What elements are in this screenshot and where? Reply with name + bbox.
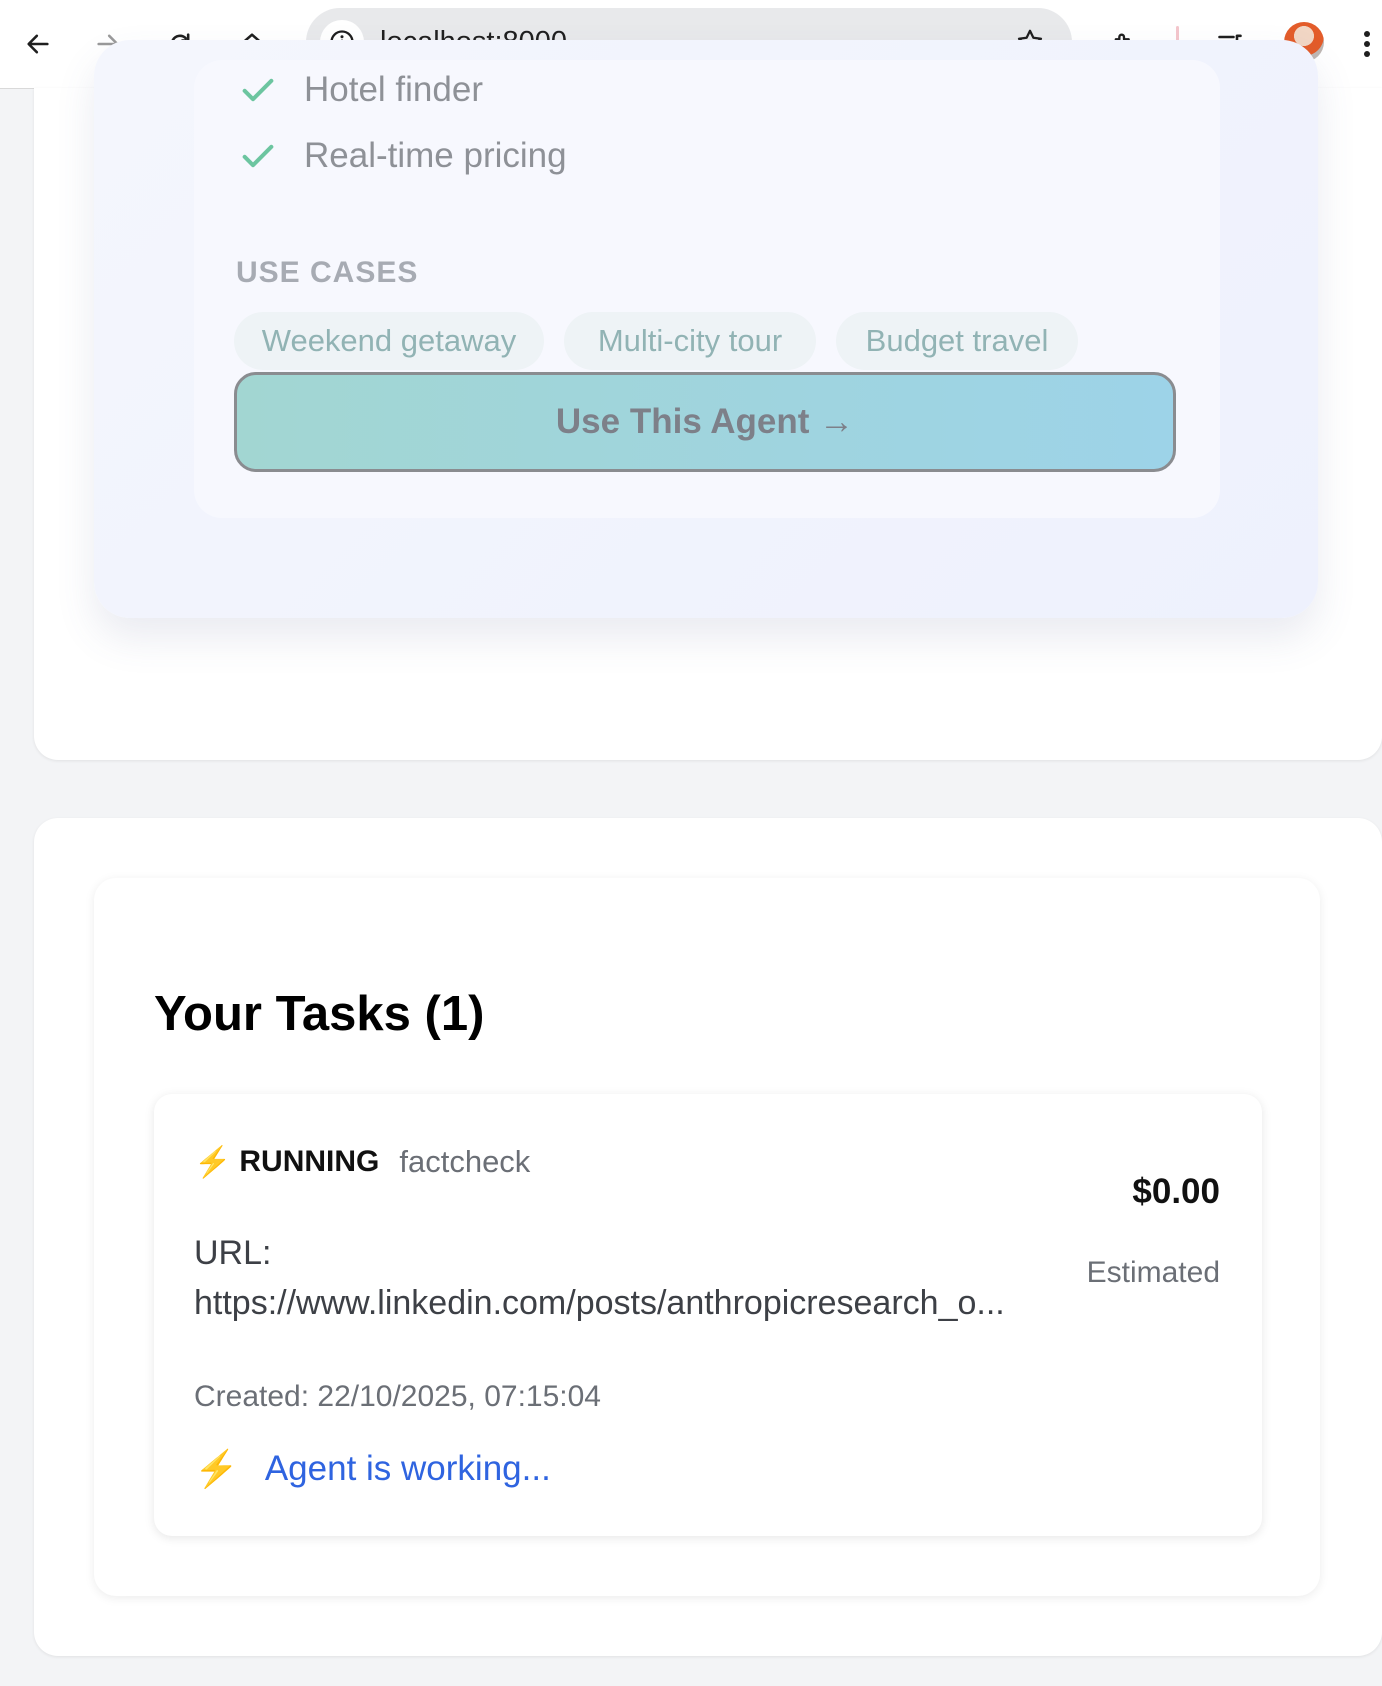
tasks-title: Your Tasks (1)	[154, 987, 485, 1041]
task-progress-text: Agent is working...	[264, 1449, 551, 1488]
use-cases-heading: USE CASES	[236, 256, 419, 289]
task-url-label: URL:	[194, 1234, 272, 1272]
feature-label: Hotel finder	[304, 70, 483, 109]
check-icon	[242, 78, 274, 102]
feature-item: Real-time pricing	[238, 136, 567, 176]
use-this-agent-button[interactable]: Use This Agent →	[234, 372, 1176, 472]
use-case-chip: Weekend getaway	[234, 312, 544, 370]
lightning-icon: ⚡	[194, 1145, 232, 1179]
task-price: $0.00	[1132, 1172, 1220, 1211]
lightning-icon: ⚡	[194, 1448, 239, 1489]
menu-kebab-icon[interactable]	[1362, 24, 1382, 64]
task-price-note: Estimated	[1086, 1256, 1220, 1289]
check-icon	[242, 144, 274, 168]
task-status: RUNNING	[239, 1145, 380, 1178]
task-status-row: ⚡ RUNNING factcheck	[194, 1144, 530, 1180]
task-progress-row: ⚡ Agent is working...	[194, 1448, 551, 1490]
back-button[interactable]	[16, 22, 60, 66]
task-url-value: https://www.linkedin.com/posts/anthropic…	[194, 1284, 1005, 1322]
use-case-chip: Budget travel	[836, 312, 1078, 370]
use-case-chip: Multi-city tour	[564, 312, 816, 370]
feature-label: Real-time pricing	[304, 136, 567, 175]
back-arrow-icon	[27, 34, 49, 54]
feature-item: Hotel finder	[238, 70, 483, 110]
task-created: Created: 22/10/2025, 07:15:04	[194, 1380, 601, 1413]
task-type: factcheck	[399, 1144, 531, 1179]
